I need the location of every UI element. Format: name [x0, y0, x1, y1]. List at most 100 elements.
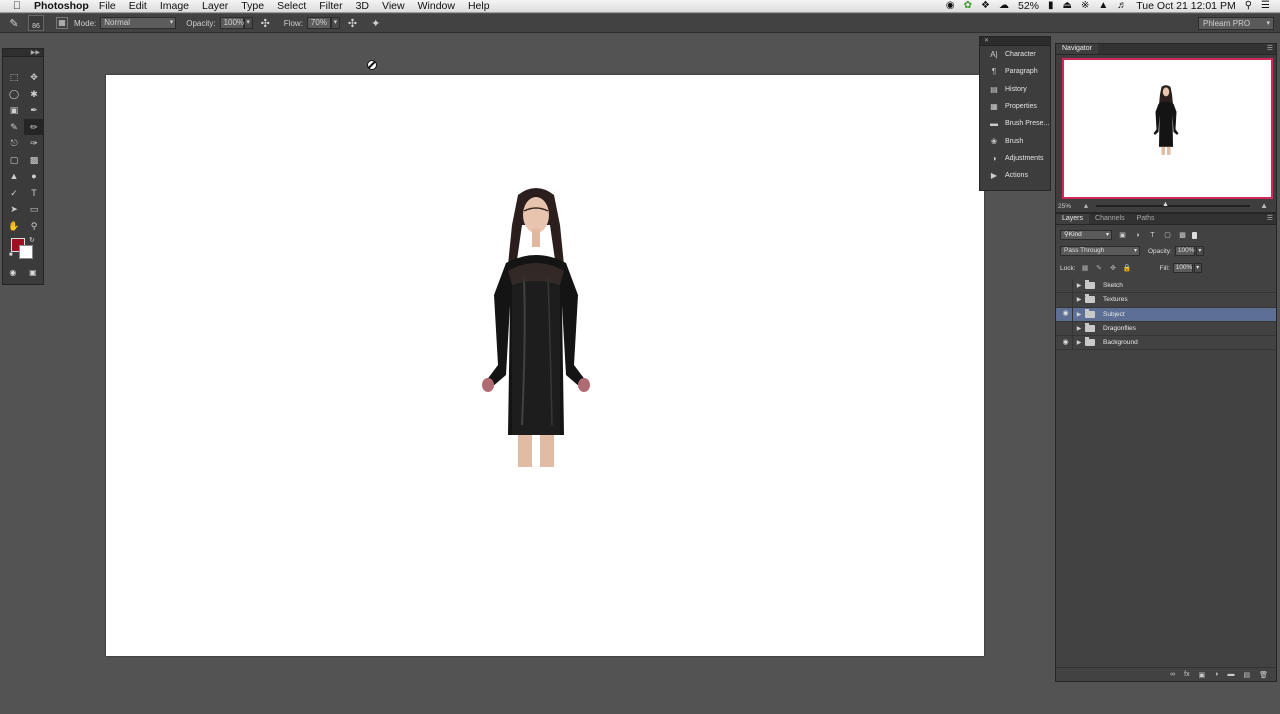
kind-filter-select[interactable]: ⚲Kind — [1060, 230, 1112, 240]
menu-type[interactable]: Type — [241, 0, 264, 12]
new-adjustment-layer-icon[interactable]: ◑ — [1214, 671, 1218, 678]
add-mask-icon[interactable]: ▣ — [1199, 671, 1206, 679]
lock-position-icon[interactable]: ✥ — [1109, 264, 1118, 272]
zoom-in-icon[interactable]: ▲ — [1260, 201, 1268, 210]
layer-row-background[interactable]: ◉ ▶ Background — [1056, 335, 1276, 351]
layer-row-textures[interactable]: ▶ Textures — [1056, 292, 1276, 308]
tab-layers[interactable]: Layers — [1056, 214, 1090, 224]
panel-brush-presets[interactable]: ▬ Brush Prese... — [980, 115, 1050, 132]
panel-history[interactable]: ▤ History — [980, 81, 1050, 98]
fill-input[interactable]: 100% — [1172, 263, 1193, 273]
pressure-size-icon[interactable]: ✦ — [371, 17, 380, 30]
eye-icon[interactable]: ◉ — [1059, 307, 1073, 322]
navigator-zoom-value[interactable]: 25% — [1058, 203, 1071, 210]
tools-panel-header[interactable]: ▶▶ — [3, 49, 43, 57]
lock-all-icon[interactable]: 🔒 — [1123, 264, 1132, 272]
background-color-swatch[interactable] — [19, 245, 33, 259]
rectangle-tool-icon[interactable]: ▭ — [24, 201, 44, 218]
lasso-tool-icon[interactable]: ◯ — [4, 86, 24, 103]
document-canvas[interactable] — [106, 75, 984, 656]
sync-icon[interactable]: ☁ — [999, 1, 1009, 11]
workspace-select[interactable]: Phlearn PRO — [1198, 16, 1274, 30]
layer-style-icon[interactable]: fx — [1184, 671, 1189, 678]
new-group-icon[interactable]: ▬ — [1227, 671, 1234, 678]
filter-adjustment-icon[interactable]: ◑ — [1133, 232, 1142, 239]
expand-group-icon[interactable]: ▶ — [1073, 325, 1085, 332]
airbrush-icon[interactable]: ✣ — [348, 17, 357, 30]
layer-row-subject[interactable]: ◉ ▶ Subject — [1056, 307, 1276, 322]
marquee-tool-icon[interactable]: ⬚ — [4, 69, 24, 86]
dropbox-icon[interactable]: ❖ — [981, 1, 990, 11]
layer-row-dragonflies[interactable]: ▶ Dragonflies — [1056, 321, 1276, 337]
wifi-icon[interactable]: ▲ — [1098, 1, 1108, 11]
filter-pixel-icon[interactable]: ▣ — [1118, 231, 1127, 239]
layers-menu-icon[interactable]: ☰ — [1267, 214, 1276, 224]
tab-paths[interactable]: Paths — [1131, 214, 1161, 224]
spotlight-icon[interactable]: ⚲ — [1245, 1, 1252, 11]
record-icon[interactable]: ◉ — [946, 1, 955, 11]
panel-actions[interactable]: ▶ Actions — [980, 167, 1050, 184]
layer-opacity-input[interactable]: 100% — [1174, 246, 1195, 256]
dodge-tool-icon[interactable]: ● — [24, 168, 44, 185]
fill-dropdown[interactable]: ▾ — [1193, 263, 1202, 273]
menu-filter[interactable]: Filter — [319, 0, 342, 12]
menu-file[interactable]: File — [99, 0, 116, 12]
opacity-input[interactable]: 100% — [219, 17, 244, 29]
delete-layer-icon[interactable]: 🗑 — [1259, 671, 1268, 679]
swap-colors-icon[interactable]: ↻ — [29, 236, 35, 244]
expand-group-icon[interactable]: ▶ — [1073, 296, 1085, 303]
visibility-toggle[interactable] — [1059, 321, 1073, 336]
brush-size-picker[interactable]: 86 — [28, 15, 44, 31]
menu-window[interactable]: Window — [418, 0, 455, 12]
quick-selection-tool-icon[interactable]: ✱ — [24, 86, 44, 103]
brush-panel-toggle-icon[interactable]: ▦ — [56, 17, 68, 29]
hand-tool-icon[interactable]: ✋ — [4, 218, 24, 235]
pressure-opacity-icon[interactable]: ✣ — [261, 17, 270, 30]
healing-brush-tool-icon[interactable]: ✎ — [4, 119, 24, 136]
panel-character[interactable]: A| Character — [980, 46, 1050, 63]
panel-properties[interactable]: ▦ Properties — [980, 98, 1050, 115]
visibility-toggle[interactable] — [1059, 292, 1073, 307]
volume-icon[interactable]: ♬ — [1117, 1, 1127, 11]
crop-tool-icon[interactable]: ▣ — [4, 102, 24, 119]
lock-transparency-icon[interactable]: ▦ — [1081, 264, 1090, 272]
zoom-out-icon[interactable]: ▴ — [1084, 201, 1088, 210]
eraser-tool-icon[interactable]: ▢ — [4, 152, 24, 169]
filter-toggle-switch[interactable] — [1192, 231, 1197, 239]
zoom-tool-icon[interactable]: ⚲ — [24, 218, 44, 235]
eyedropper-tool-icon[interactable]: ✒ — [24, 102, 44, 119]
mode-select[interactable]: Normal — [100, 17, 177, 29]
brush-tool-preset-icon[interactable]: ✎ — [0, 17, 28, 30]
blend-mode-select[interactable]: Pass Through — [1060, 246, 1140, 256]
clock[interactable]: Tue Oct 21 12:01 PM — [1136, 0, 1235, 12]
panel-adjustments[interactable]: ◑ Adjustments — [980, 150, 1050, 167]
eject-icon[interactable]: ⏏ — [1063, 1, 1072, 11]
layer-opacity-dropdown[interactable]: ▾ — [1195, 246, 1204, 256]
dock-header[interactable]: ✕ — [980, 37, 1050, 46]
layer-row-sketch[interactable]: ▶ Sketch — [1056, 278, 1276, 294]
menu-image[interactable]: Image — [160, 0, 189, 12]
link-layers-icon[interactable]: ∞ — [1170, 671, 1175, 678]
expand-group-icon[interactable]: ▶ — [1073, 311, 1085, 318]
tab-channels[interactable]: Channels — [1089, 214, 1131, 224]
evernote-icon[interactable]: ✿ — [964, 1, 972, 11]
app-name-menu[interactable]: Photoshop — [34, 0, 89, 12]
zoom-slider-knob[interactable]: ▲ — [1162, 201, 1169, 208]
menu-select[interactable]: Select — [277, 0, 306, 12]
flow-dropdown[interactable]: ▾ — [330, 17, 340, 29]
menu-edit[interactable]: Edit — [129, 0, 147, 12]
menu-help[interactable]: Help — [468, 0, 490, 12]
filter-type-icon[interactable]: T — [1148, 232, 1157, 239]
filter-shape-icon[interactable]: ▢ — [1163, 231, 1172, 239]
brush-tool-icon[interactable]: ✏ — [24, 118, 44, 135]
expand-group-icon[interactable]: ▶ — [1073, 282, 1085, 289]
filter-smart-object-icon[interactable]: ▩ — [1178, 231, 1187, 239]
tab-navigator[interactable]: Navigator — [1056, 44, 1098, 54]
new-layer-icon[interactable]: ▤ — [1243, 671, 1250, 679]
navigator-menu-icon[interactable]: ☰ — [1267, 44, 1276, 54]
opacity-dropdown[interactable]: ▾ — [243, 17, 253, 29]
eye-icon[interactable]: ◉ — [1059, 335, 1073, 350]
path-selection-tool-icon[interactable]: ➤ — [4, 201, 24, 218]
battery-icon[interactable]: ▮ — [1048, 1, 1054, 11]
navigator-zoom-slider[interactable]: ▲ — [1096, 201, 1250, 208]
